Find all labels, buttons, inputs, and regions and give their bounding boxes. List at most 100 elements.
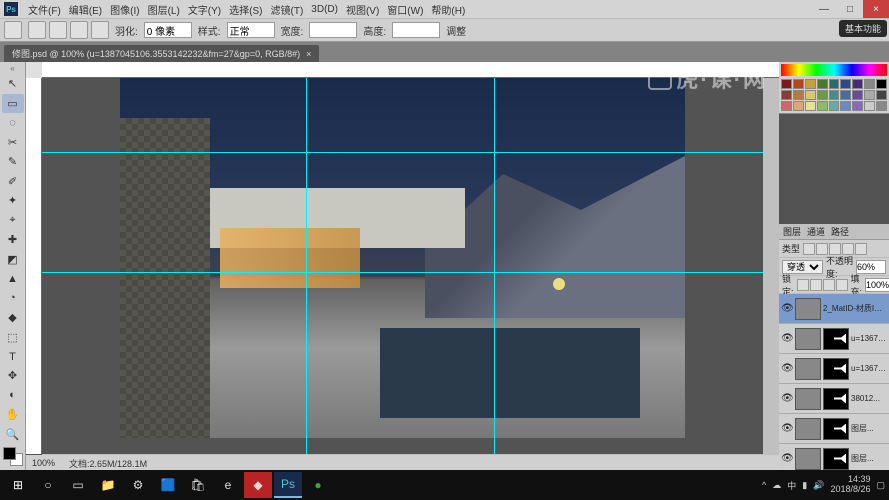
guide-vertical[interactable] — [494, 78, 495, 454]
eraser-tool[interactable]: ◩ — [2, 250, 24, 268]
swatch[interactable] — [781, 101, 792, 111]
marquee-sub[interactable] — [70, 21, 88, 39]
layer-name[interactable]: 38012... — [851, 394, 887, 403]
menu-select[interactable]: 选择(S) — [225, 2, 266, 17]
app-edge[interactable]: e — [214, 472, 242, 498]
swatch[interactable] — [852, 101, 863, 111]
visibility-icon[interactable]: 👁 — [781, 333, 793, 344]
menu-edit[interactable]: 编辑(E) — [65, 2, 106, 17]
document-image[interactable] — [120, 78, 685, 438]
layer-name[interactable]: 图层... — [851, 453, 887, 464]
status-doc[interactable]: 文档:2.65M/128.1M — [69, 457, 147, 470]
swatch[interactable] — [876, 101, 887, 111]
swatch[interactable] — [781, 90, 792, 100]
layer-name[interactable]: u=13670... — [851, 334, 887, 343]
layer-row[interactable]: 👁 u=13670... — [779, 324, 889, 354]
gradient-tool[interactable]: ▲ — [2, 269, 24, 287]
layer-mask[interactable] — [823, 328, 849, 350]
scrollbar-vertical[interactable] — [763, 78, 779, 454]
width-input[interactable] — [309, 22, 357, 38]
layer-row[interactable]: 👁 u=13670... — [779, 354, 889, 384]
swatch[interactable] — [876, 90, 887, 100]
swatch[interactable] — [805, 79, 816, 89]
layer-thumb[interactable] — [795, 418, 821, 440]
app-store[interactable]: 🛍 — [184, 472, 212, 498]
tray-clock[interactable]: 14:39 2018/8/26 — [830, 475, 870, 495]
menu-file[interactable]: 文件(F) — [24, 2, 65, 17]
ruler-horizontal[interactable] — [42, 62, 779, 78]
tool-preset[interactable] — [4, 21, 22, 39]
fill-input[interactable] — [865, 278, 889, 292]
pen-tool[interactable]: ⬚ — [2, 328, 24, 346]
path-tool[interactable]: ✥ — [2, 367, 24, 385]
swatch[interactable] — [805, 90, 816, 100]
swatch[interactable] — [876, 79, 887, 89]
hand-tool[interactable]: ✋ — [2, 406, 24, 424]
menu-filter[interactable]: 滤镜(T) — [267, 2, 308, 17]
marquee-add[interactable] — [49, 21, 67, 39]
tab-layers[interactable]: 图层 — [783, 225, 801, 238]
layer-row[interactable]: 👁 38012... — [779, 384, 889, 414]
app-settings[interactable]: ⚙ — [124, 472, 152, 498]
swatch[interactable] — [829, 90, 840, 100]
layer-mask[interactable] — [823, 388, 849, 410]
swatch[interactable] — [864, 90, 875, 100]
ruler-vertical[interactable] — [26, 78, 42, 454]
visibility-icon[interactable]: 👁 — [781, 393, 793, 404]
swatch[interactable] — [793, 101, 804, 111]
menu-view[interactable]: 视图(V) — [342, 2, 383, 17]
marquee-intersect[interactable] — [91, 21, 109, 39]
guide-horizontal[interactable] — [42, 272, 763, 273]
layer-mask[interactable] — [823, 418, 849, 440]
healing-tool[interactable]: ✐ — [2, 172, 24, 190]
guide-horizontal[interactable] — [42, 152, 763, 153]
swatch[interactable] — [781, 79, 792, 89]
layer-name[interactable]: 图层... — [851, 423, 887, 434]
crop-tool[interactable]: ✂ — [2, 133, 24, 151]
style-select[interactable] — [227, 22, 275, 38]
layer-name[interactable]: u=13670... — [851, 364, 887, 373]
swatch[interactable] — [840, 79, 851, 89]
swatch[interactable] — [864, 101, 875, 111]
swatch[interactable] — [829, 101, 840, 111]
swatch[interactable] — [817, 90, 828, 100]
marquee-new[interactable] — [28, 21, 46, 39]
window-minimize[interactable]: — — [811, 0, 837, 18]
app-wechat[interactable]: ● — [304, 472, 332, 498]
canvas[interactable] — [42, 78, 763, 454]
tab-channels[interactable]: 通道 — [807, 225, 825, 238]
swatch[interactable] — [805, 101, 816, 111]
swatch[interactable] — [817, 79, 828, 89]
layer-thumb[interactable] — [795, 298, 821, 320]
app-sketchup[interactable]: ◆ — [244, 472, 272, 498]
window-close[interactable]: × — [863, 0, 889, 18]
height-input[interactable] — [392, 22, 440, 38]
visibility-icon[interactable]: 👁 — [781, 363, 793, 374]
color-swatches[interactable] — [3, 447, 23, 466]
swatch[interactable] — [793, 79, 804, 89]
layer-mask[interactable] — [823, 448, 849, 470]
task-view-icon[interactable]: ▭ — [64, 472, 92, 498]
menu-type[interactable]: 文字(Y) — [184, 2, 225, 17]
tab-paths[interactable]: 路径 — [831, 225, 849, 238]
swatch[interactable] — [829, 79, 840, 89]
foreground-color[interactable] — [3, 447, 16, 460]
color-ramp[interactable] — [781, 64, 887, 76]
blur-tool[interactable]: ◔ — [2, 289, 24, 307]
layer-thumb[interactable] — [795, 328, 821, 350]
tray-notifications-icon[interactable]: ▢ — [876, 480, 885, 491]
menu-3d[interactable]: 3D(D) — [307, 4, 342, 15]
guide-vertical[interactable] — [306, 78, 307, 454]
menu-image[interactable]: 图像(I) — [106, 2, 143, 17]
lasso-tool[interactable]: ◌ — [2, 114, 24, 132]
tray-ime[interactable]: 中 — [787, 479, 796, 492]
layer-row[interactable]: 👁2_MatID-材质ID图 — [779, 294, 889, 324]
document-tab[interactable]: 修图.psd @ 100% (u=1387045106.3553142232&f… — [4, 45, 319, 62]
ruler-origin[interactable] — [26, 62, 42, 78]
move-tool[interactable]: ↖ — [2, 75, 24, 93]
app-explorer[interactable]: 📁 — [94, 472, 122, 498]
brush-tool[interactable]: ✦ — [2, 192, 24, 210]
start-button[interactable]: ⊞ — [4, 472, 32, 498]
swatch[interactable] — [852, 79, 863, 89]
swatch[interactable] — [852, 90, 863, 100]
